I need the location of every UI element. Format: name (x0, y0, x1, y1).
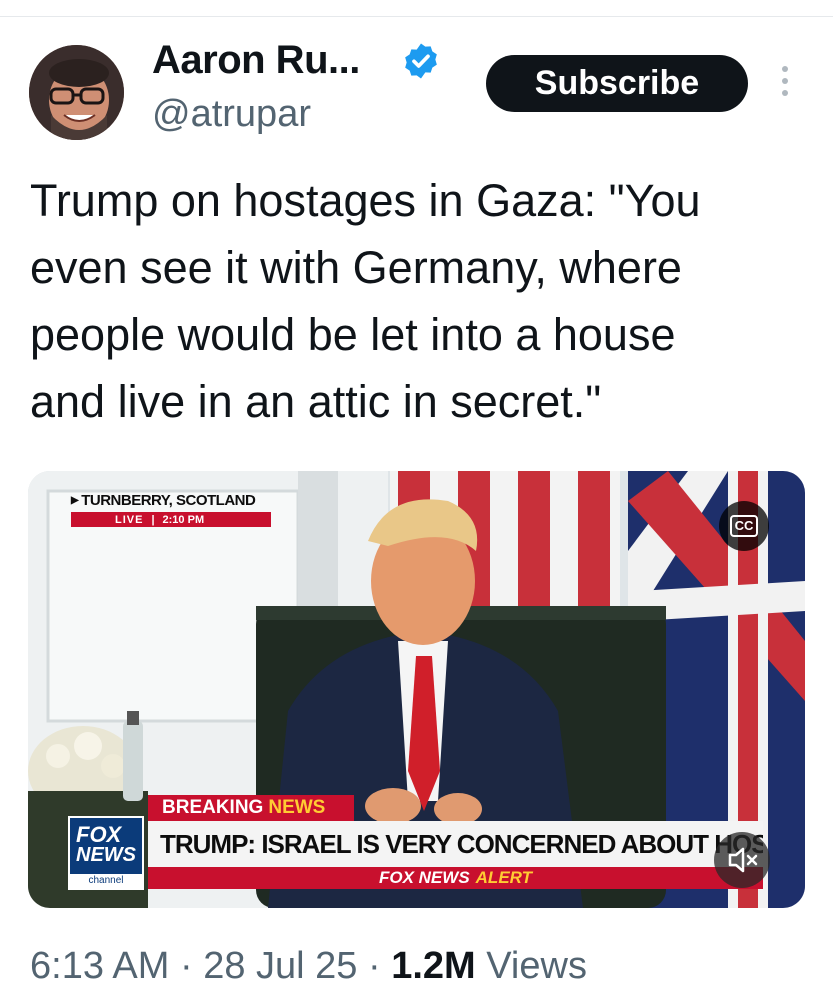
mute-button[interactable] (714, 832, 770, 888)
chyron-headline: TRUMP: ISRAEL IS VERY CONCERNED ABOUT HO… (148, 821, 763, 867)
fox-news-alert-bar: FOX NEWS ALERT (148, 867, 763, 889)
meta-separator: · (169, 945, 204, 987)
breaking-word: BREAKING (162, 797, 264, 818)
logo-line-3: channel (70, 874, 142, 888)
closed-captions-button[interactable]: CC (719, 501, 769, 551)
play-arrow-icon: ▶ (71, 494, 79, 506)
tweet-line: and live in an attic in secret." (30, 376, 602, 427)
top-divider (0, 16, 833, 17)
news-word: NEWS (268, 797, 326, 818)
more-vertical-icon[interactable] (777, 66, 793, 102)
live-time: 2:10 PM (162, 513, 205, 526)
alert-prefix: FOX NEWS (378, 868, 470, 887)
views-count[interactable]: 1.2M (391, 945, 475, 987)
tweet-line: Trump on hostages in Gaza: "You (30, 175, 701, 226)
subscribe-button[interactable]: Subscribe (486, 55, 748, 112)
author-name[interactable]: Aaron Ru... (152, 38, 360, 83)
fox-news-logo: FOX NEWS channel (68, 816, 144, 890)
alert-word: ALERT (475, 868, 533, 887)
logo-line-2: NEWS (76, 844, 136, 866)
tweet-date[interactable]: 28 Jul 25 (203, 945, 357, 987)
meta-separator: · (357, 945, 392, 987)
tweet-metadata: 6:13 AM · 28 Jul 25 · 1.2M Views (30, 945, 587, 988)
tweet-line: even see it with Germany, where (30, 242, 682, 293)
tweet-line: people would be let into a house (30, 309, 676, 360)
avatar-image (29, 45, 124, 140)
location-bug: ▶ TURNBERRY, SCOTLAND LIVE | 2:10 PM (71, 490, 271, 528)
verified-badge-icon (405, 43, 437, 79)
breaking-news-banner: BREAKING NEWS (148, 795, 354, 821)
author-handle[interactable]: @atrupar (152, 93, 311, 136)
views-label: Views (475, 945, 587, 987)
live-divider: | (151, 513, 155, 526)
live-label: LIVE (115, 513, 144, 526)
cc-icon: CC (729, 515, 759, 537)
video-player[interactable]: ▶ TURNBERRY, SCOTLAND LIVE | 2:10 PM CC … (28, 471, 805, 908)
volume-muted-icon (728, 847, 758, 873)
tweet-time[interactable]: 6:13 AM (30, 945, 169, 987)
tweet-text: Trump on hostages in Gaza: "You even see… (30, 167, 810, 435)
location-label: TURNBERRY, SCOTLAND (81, 491, 256, 509)
avatar[interactable] (29, 45, 124, 140)
